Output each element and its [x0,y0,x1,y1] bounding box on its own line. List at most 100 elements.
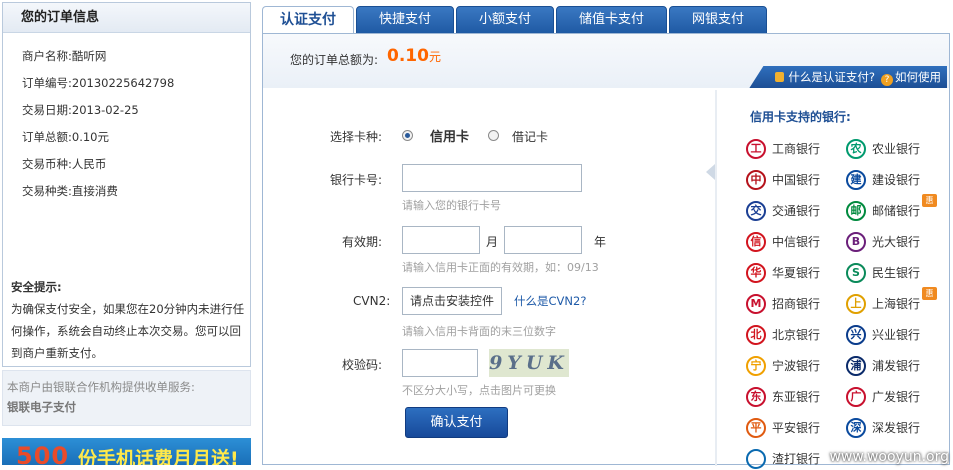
bank-name: 光大银行 [872,231,920,253]
bank-name: 招商银行 [772,293,820,315]
bank-name: 上海银行 [872,293,920,315]
promo-badge-icon: 惠 [922,287,937,300]
cvn-hint: 请输入信用卡背面的末三位数字 [402,323,556,339]
expiry-year-input[interactable] [504,226,582,254]
bank-name: 深发银行 [872,417,920,439]
tab-micro-pay[interactable]: 小额支付 [456,6,554,34]
order-row-currency: 交易币种:人民币 [22,151,250,178]
promo-number: 500 [16,442,69,465]
cmbc-icon: S [846,263,866,283]
bank-name: 交通银行 [772,200,820,222]
card-type-label: 选择卡种: [330,128,382,145]
bank-name: 中信银行 [772,231,820,253]
bea-icon: 东 [746,387,766,407]
abc-icon: 农 [846,139,866,159]
order-row-total: 订单总额:0.10元 [22,124,250,151]
cgb-icon: 广 [846,387,866,407]
question-icon: ? [881,74,893,86]
order-row-merchant: 商户名称:酷听网 [22,43,250,70]
bank-name: 建设银行 [872,169,920,191]
captcha-label: 校验码: [342,356,382,373]
divider-arrow-icon [706,164,715,180]
tab-quick-pay[interactable]: 快捷支付 [356,6,454,34]
left-column: 您的订单信息 商户名称:酷听网 订单编号:20130225642798 交易日期… [0,0,252,465]
year-unit: 年 [594,233,606,250]
credit-card-radio[interactable] [402,130,413,141]
security-tips-title: 安全提示: [11,276,249,298]
bank-name: 邮储银行 [872,200,920,222]
expiry-hint: 请输入信用卡正面的有效期，如：09/13 [402,259,599,275]
provider-note: 本商户由银联合作机构提供收单服务: 银联电子支付 [2,370,251,426]
order-info-list: 商户名称:酷听网 订单编号:20130225642798 交易日期:2013-0… [3,33,250,205]
credit-card-label[interactable]: 信用卡 [430,126,469,145]
what-is-cvn2-link[interactable]: 什么是CVN2? [514,293,586,309]
psbc-icon: 邮 [846,201,866,221]
tab-auth-pay[interactable]: 认证支付 [262,6,354,34]
debit-card-label[interactable]: 借记卡 [512,128,548,145]
what-is-auth-link[interactable]: 什么是认证支付? [788,70,875,84]
order-row-date: 交易日期:2013-02-25 [22,97,250,124]
bank-name: 渣打银行 [772,448,820,470]
security-tips-body: 为确保支付安全，如果您在20分钟内未进行任何操作，系统会自动终止本次交易。您可以… [11,298,249,364]
order-info-title: 您的订单信息 [3,3,250,33]
promo-badge-icon: 惠 [922,194,937,207]
ceb-icon: B [846,232,866,252]
captcha-image[interactable]: 9YUK [489,349,569,377]
ccb-icon: 建 [846,170,866,190]
cmb-icon: M [746,294,766,314]
boc-icon: 中 [746,170,766,190]
bank-name: 宁波银行 [772,355,820,377]
scb-icon [746,449,766,469]
captcha-hint: 不区分大小写，点击图片可更换 [402,382,556,398]
citic-icon: 信 [746,232,766,252]
bank-name: 北京银行 [772,324,820,346]
bank-name: 浦发银行 [872,355,920,377]
banks-title: 信用卡支持的银行: [750,108,851,125]
order-info-panel: 您的订单信息 商户名称:酷听网 订单编号:20130225642798 交易日期… [2,2,251,367]
hxb-icon: 华 [746,263,766,283]
security-tips: 安全提示: 为确保支付安全，如果您在20分钟内未进行任何操作，系统会自动终止本次… [11,276,249,364]
watermark: www.wooyun.org [829,449,949,465]
cvn-label: CVN2: [353,294,390,308]
card-number-hint: 请输入您的银行卡号 [402,197,501,213]
supported-banks: 信用卡支持的银行: 工工商银行 农农业银行中中国银行 建建设银行交交通银行 邮邮储银行… [717,90,949,466]
bocom-icon: 交 [746,201,766,221]
expiry-month-input[interactable] [402,226,480,254]
bank-name: 中国银行 [772,169,820,191]
promo-text: 份手机话费月月送! [78,444,239,465]
bank-name: 广发银行 [872,386,920,408]
amount-label: 您的订单总额为: [290,51,378,68]
bank-name: 东亚银行 [772,386,820,408]
install-control-button[interactable]: 请点击安装控件 [402,287,502,315]
sdb-icon: 深 [846,418,866,438]
payment-panel: 您的订单总额为: 0.10元 什么是认证支付??如何使用 选择卡种: 信用卡 借… [262,33,950,465]
promo-banner[interactable]: 500 份手机话费月月送! [2,438,251,465]
bank-name: 民生银行 [872,262,920,284]
spdb-icon: 浦 [846,356,866,376]
card-number-label: 银行卡号: [330,171,382,188]
bank-name: 平安银行 [772,417,820,439]
how-to-use-link[interactable]: 如何使用 [895,70,941,84]
bank-name: 农业银行 [872,138,920,160]
bank-name: 工商银行 [772,138,820,160]
help-bar: 什么是认证支付??如何使用 [749,66,947,88]
debit-card-radio[interactable] [488,130,499,141]
order-row-type: 交易种类:直接消费 [22,178,250,205]
payment-tabs: 认证支付 快捷支付 小额支付 储值卡支付 网银支付 [262,6,769,34]
icbc-icon: 工 [746,139,766,159]
lock-icon [775,72,784,82]
month-unit: 月 [486,233,498,250]
bob-icon: 北 [746,325,766,345]
amount-value: 0.10元 [387,46,441,66]
provider-text: 本商户由银联合作机构提供收单服务: [7,377,246,397]
captcha-input[interactable] [402,349,478,377]
confirm-pay-button[interactable]: 确认支付 [405,407,508,438]
bank-name: 华夏银行 [772,262,820,284]
card-number-input[interactable] [402,164,582,192]
nbcb-icon: 宁 [746,356,766,376]
bosc-icon: 上 [846,294,866,314]
tab-stored-value-pay[interactable]: 储值卡支付 [556,6,667,34]
cib-icon: 兴 [846,325,866,345]
tab-online-banking[interactable]: 网银支付 [669,6,767,34]
payment-main: 认证支付 快捷支付 小额支付 储值卡支付 网银支付 您的订单总额为: 0.10元… [262,6,950,465]
